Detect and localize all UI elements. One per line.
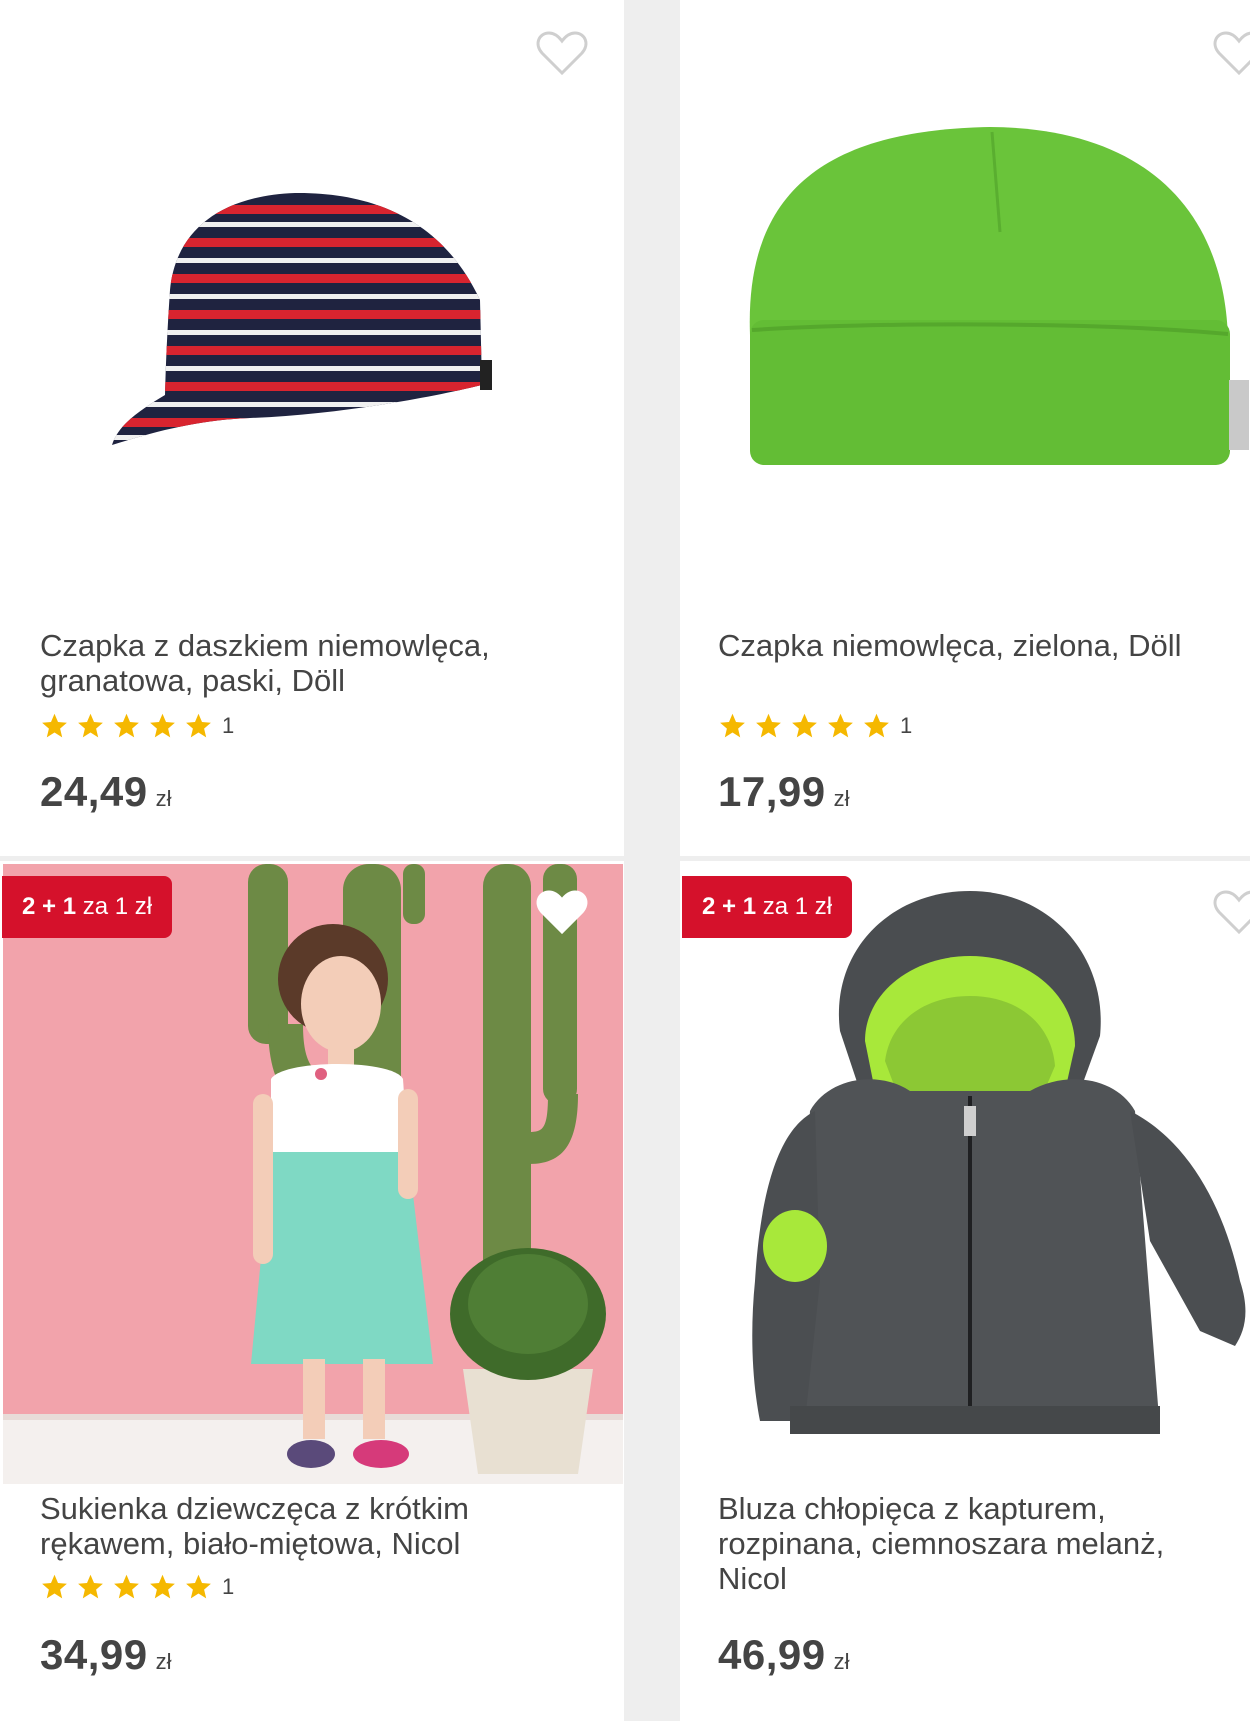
girl-dress-image[interactable]	[3, 864, 623, 1484]
favorite-heart-icon[interactable]	[536, 889, 588, 935]
promo-badge: 2 + 1 za 1 zł	[682, 876, 853, 938]
product-title[interactable]: Sukienka dziewczęca z krótkim rękawem, b…	[40, 1491, 580, 1561]
star-icon	[114, 713, 139, 738]
rating-count: 1	[900, 713, 913, 738]
star-icon	[78, 713, 103, 738]
product-grid: Czapka z daszkiem niemowlęca, granatowa,…	[0, 0, 1250, 1721]
product-price: 17,99 zł	[718, 768, 850, 816]
green-beanie-image[interactable]	[680, 0, 1250, 600]
product-card[interactable]: Czapka niemowlęca, zielona, Döll 1 17,99…	[680, 0, 1250, 856]
promo-badge: 2 + 1 za 1 zł	[2, 876, 173, 938]
price-amount: 17,99	[718, 768, 826, 815]
star-icon	[828, 713, 853, 738]
product-card[interactable]: 2 + 1 za 1 zł Bluza chłopięca z kapturem…	[680, 861, 1250, 1721]
star-icon	[756, 713, 781, 738]
star-icon	[42, 1574, 67, 1599]
star-icon	[150, 1574, 175, 1599]
product-rating: 1	[718, 712, 912, 740]
promo-badge-bold: 2 + 1	[702, 893, 757, 920]
favorite-heart-icon[interactable]	[1213, 889, 1250, 935]
star-icon	[114, 1574, 139, 1599]
star-icon	[42, 713, 67, 738]
promo-badge-bold: 2 + 1	[22, 893, 77, 920]
star-icon	[720, 713, 745, 738]
rating-count: 1	[222, 713, 235, 738]
star-icon	[864, 713, 889, 738]
product-price: 46,99 zł	[718, 1631, 850, 1679]
product-title[interactable]: Czapka z daszkiem niemowlęca, granatowa,…	[40, 628, 580, 698]
price-currency: zł	[155, 1649, 172, 1674]
price-currency: zł	[833, 786, 850, 811]
striped-cap-image[interactable]	[0, 0, 624, 600]
product-rating: 1	[40, 712, 234, 740]
star-icon	[186, 713, 211, 738]
rating-count: 1	[222, 1574, 235, 1599]
star-icon	[150, 713, 175, 738]
promo-badge-text: za 1 zł	[82, 893, 153, 920]
price-currency: zł	[155, 786, 172, 811]
product-price: 34,99 zł	[40, 1631, 172, 1679]
price-currency: zł	[833, 1649, 850, 1674]
product-rating: 1	[40, 1573, 234, 1601]
price-amount: 24,49	[40, 768, 148, 815]
product-price: 24,49 zł	[40, 768, 172, 816]
favorite-heart-icon[interactable]	[1213, 30, 1250, 76]
product-title[interactable]: Czapka niemowlęca, zielona, Döll	[718, 628, 1238, 663]
star-icon	[792, 713, 817, 738]
product-card[interactable]: 2 + 1 za 1 zł Sukienka dziewczęca z krót…	[0, 861, 624, 1721]
hoodie-image[interactable]	[680, 861, 1250, 1481]
price-amount: 34,99	[40, 1631, 148, 1678]
price-amount: 46,99	[718, 1631, 826, 1678]
star-icon	[186, 1574, 211, 1599]
promo-badge-text: za 1 zł	[762, 893, 833, 920]
product-title[interactable]: Bluza chłopięca z kapturem, rozpinana, c…	[718, 1491, 1238, 1596]
product-card[interactable]: Czapka z daszkiem niemowlęca, granatowa,…	[0, 0, 624, 856]
favorite-heart-icon[interactable]	[536, 30, 588, 76]
star-icon	[78, 1574, 103, 1599]
